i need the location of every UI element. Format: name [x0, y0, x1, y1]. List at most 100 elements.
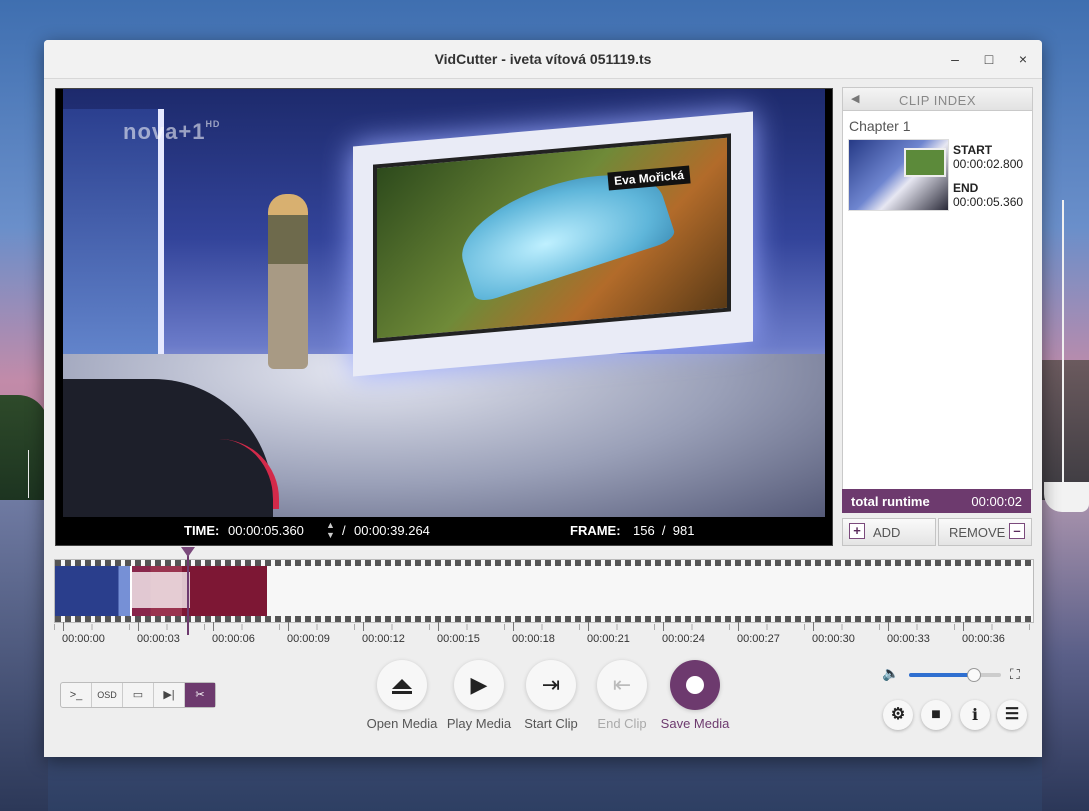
info-icon[interactable]: i: [960, 700, 990, 730]
timeline-tick: 00:00:15: [435, 622, 480, 645]
clip-end-label: END: [953, 181, 979, 195]
volume-slider[interactable]: [909, 668, 1001, 682]
timeline-tick-label: 00:00:33: [887, 633, 930, 645]
play-icon[interactable]: ▶: [454, 660, 504, 710]
total-runtime-bar: total runtime 00:00:02: [842, 489, 1031, 513]
runtime-label: total runtime: [851, 494, 930, 509]
plus-icon: +: [849, 523, 865, 539]
video-info-bar: TIME: 00:00:05.360 ▲ ▼ / 00:00:39.264 FRA…: [56, 517, 832, 545]
volume-slider-handle[interactable]: [967, 668, 982, 682]
timeline-tick: 00:00:21: [585, 622, 630, 645]
desktop-mast: [1062, 200, 1064, 500]
desktop-water-right: [1042, 500, 1089, 811]
clip-thumbnail-screen: [904, 148, 946, 177]
timeline-ruler: 00:00:00 00:00:03 00:00:06 00:00:09 00:00:12…: [54, 622, 1034, 648]
timeline-tick: 00:00:24: [660, 622, 705, 645]
remove-clip-button[interactable]: REMOVE –: [938, 518, 1032, 546]
volume-icon[interactable]: 🔈: [882, 665, 899, 682]
timeline-tick-label: 00:00:00: [62, 633, 105, 645]
timeline-clip-overlay: [130, 572, 190, 608]
save-media-button[interactable]: Save Media: [655, 660, 735, 731]
fullscreen-icon[interactable]: ⛶: [1010, 666, 1020, 683]
volume-slider-fill: [909, 673, 974, 677]
clip-index-panel: ◀ CLIP INDEX Chapter 1 START 00:00:02.80…: [842, 87, 1033, 490]
timeline-tick-label: 00:00:30: [812, 633, 855, 645]
timeline-tick: 00:00:18: [510, 622, 555, 645]
maximize-button[interactable]: □: [978, 48, 1000, 70]
clip-index-title: CLIP INDEX: [898, 93, 976, 108]
end-clip-button[interactable]: ⇤ End Clip: [582, 660, 662, 731]
save-media-label: Save Media: [660, 716, 730, 731]
frame-label: FRAME:: [570, 523, 621, 538]
timeline-tick: 00:00:27: [735, 622, 780, 645]
clip-start-label: START: [953, 143, 993, 157]
timeline-tick-label: 00:00:12: [362, 633, 405, 645]
start-clip-label: Start Clip: [524, 716, 578, 731]
start-clip-icon[interactable]: ⇥: [526, 660, 576, 710]
channel-logo-text: nova+1: [123, 119, 206, 144]
list-icon[interactable]: ☰: [997, 700, 1027, 730]
playhead[interactable]: [187, 549, 189, 635]
play-media-label: Play Media: [446, 716, 512, 731]
timeline-tick-label: 00:00:27: [737, 633, 780, 645]
video-frame: Eva Mořická nova+1HD: [63, 89, 825, 517]
timeline-tick: 00:00:33: [885, 622, 930, 645]
vidcutter-window: VidCutter - iveta vítová 051119.ts – □ ×…: [44, 40, 1042, 757]
eject-icon[interactable]: [377, 660, 427, 710]
timeline-tick-label: 00:00:36: [962, 633, 1005, 645]
time-current: 00:00:05.360: [228, 523, 304, 538]
timeline-tick-label: 00:00:21: [587, 633, 630, 645]
open-media-button[interactable]: Open Media: [362, 660, 442, 731]
timeline-tick-label: 00:00:18: [512, 633, 555, 645]
video-player[interactable]: Eva Mořická nova+1HD TIME: 00:00:05.360 …: [55, 88, 833, 546]
channel-logo: nova+1HD: [123, 119, 220, 145]
desktop-right-bank: [1042, 360, 1089, 500]
frames-toggle-icon[interactable]: ▭: [123, 683, 154, 707]
channel-logo-suffix: HD: [205, 119, 221, 129]
frame-value: 156 / 981: [633, 523, 695, 538]
timeline-tick-label: 00:00:09: [287, 633, 330, 645]
desktop-water: [0, 500, 48, 811]
timeline-tick-label: 00:00:24: [662, 633, 705, 645]
end-clip-icon[interactable]: ⇤: [597, 660, 647, 710]
timeline-tick: 00:00:12: [360, 622, 405, 645]
close-button[interactable]: ×: [1012, 48, 1034, 70]
settings-gear-icon[interactable]: ⚙: [883, 700, 913, 730]
timeline-tick: 00:00:36: [960, 622, 1005, 645]
presenter: [268, 194, 308, 369]
osd-toggle-button[interactable]: OSD: [92, 683, 123, 707]
minus-icon: –: [1009, 523, 1025, 539]
timeline-tick: 00:00:09: [285, 622, 330, 645]
time-separator: /: [342, 523, 346, 538]
timeline-filmstrip[interactable]: [54, 559, 1034, 623]
time-spinner-icon[interactable]: ▲ ▼: [326, 520, 335, 540]
clip-index-header[interactable]: ◀ CLIP INDEX: [843, 88, 1032, 111]
remove-label: REMOVE: [949, 525, 1006, 540]
clip-end-value: 00:00:05.360: [953, 195, 1024, 209]
timeline-tick-label: 00:00:15: [437, 633, 480, 645]
time-total: 00:00:39.264: [354, 523, 430, 538]
start-clip-button[interactable]: ⇥ Start Clip: [511, 660, 591, 731]
end-clip-label: End Clip: [597, 716, 647, 731]
console-toggle-button[interactable]: >_: [61, 683, 92, 707]
camera-icon[interactable]: ■: [921, 700, 951, 730]
clip-start-value: 00:00:02.800: [953, 157, 1024, 171]
keyframe-toggle-icon[interactable]: ▶|: [154, 683, 185, 707]
timeline-tick-label: 00:00:03: [137, 633, 180, 645]
smartcut-toggle-icon[interactable]: ✂: [185, 683, 215, 707]
chapter-label: Chapter 1: [849, 118, 911, 134]
titlebar: VidCutter - iveta vítová 051119.ts – □ ×: [44, 40, 1042, 79]
timeline-tick: 00:00:30: [810, 622, 855, 645]
open-media-label: Open Media: [366, 716, 438, 731]
record-icon[interactable]: [670, 660, 720, 710]
runtime-value: 00:00:02: [971, 494, 1022, 509]
minimize-button[interactable]: –: [944, 48, 966, 70]
playhead-handle-icon[interactable]: [181, 547, 195, 557]
timeline-tick-label: 00:00:06: [212, 633, 255, 645]
play-media-button[interactable]: ▶ Play Media: [439, 660, 519, 731]
toolbar-toggles: >_ OSD ▭ ▶| ✂: [60, 682, 216, 708]
desktop-shore: [0, 395, 48, 505]
add-clip-button[interactable]: + ADD: [842, 518, 936, 546]
clip-thumbnail[interactable]: [848, 139, 949, 211]
timeline-tick: 00:00:00: [60, 622, 105, 645]
